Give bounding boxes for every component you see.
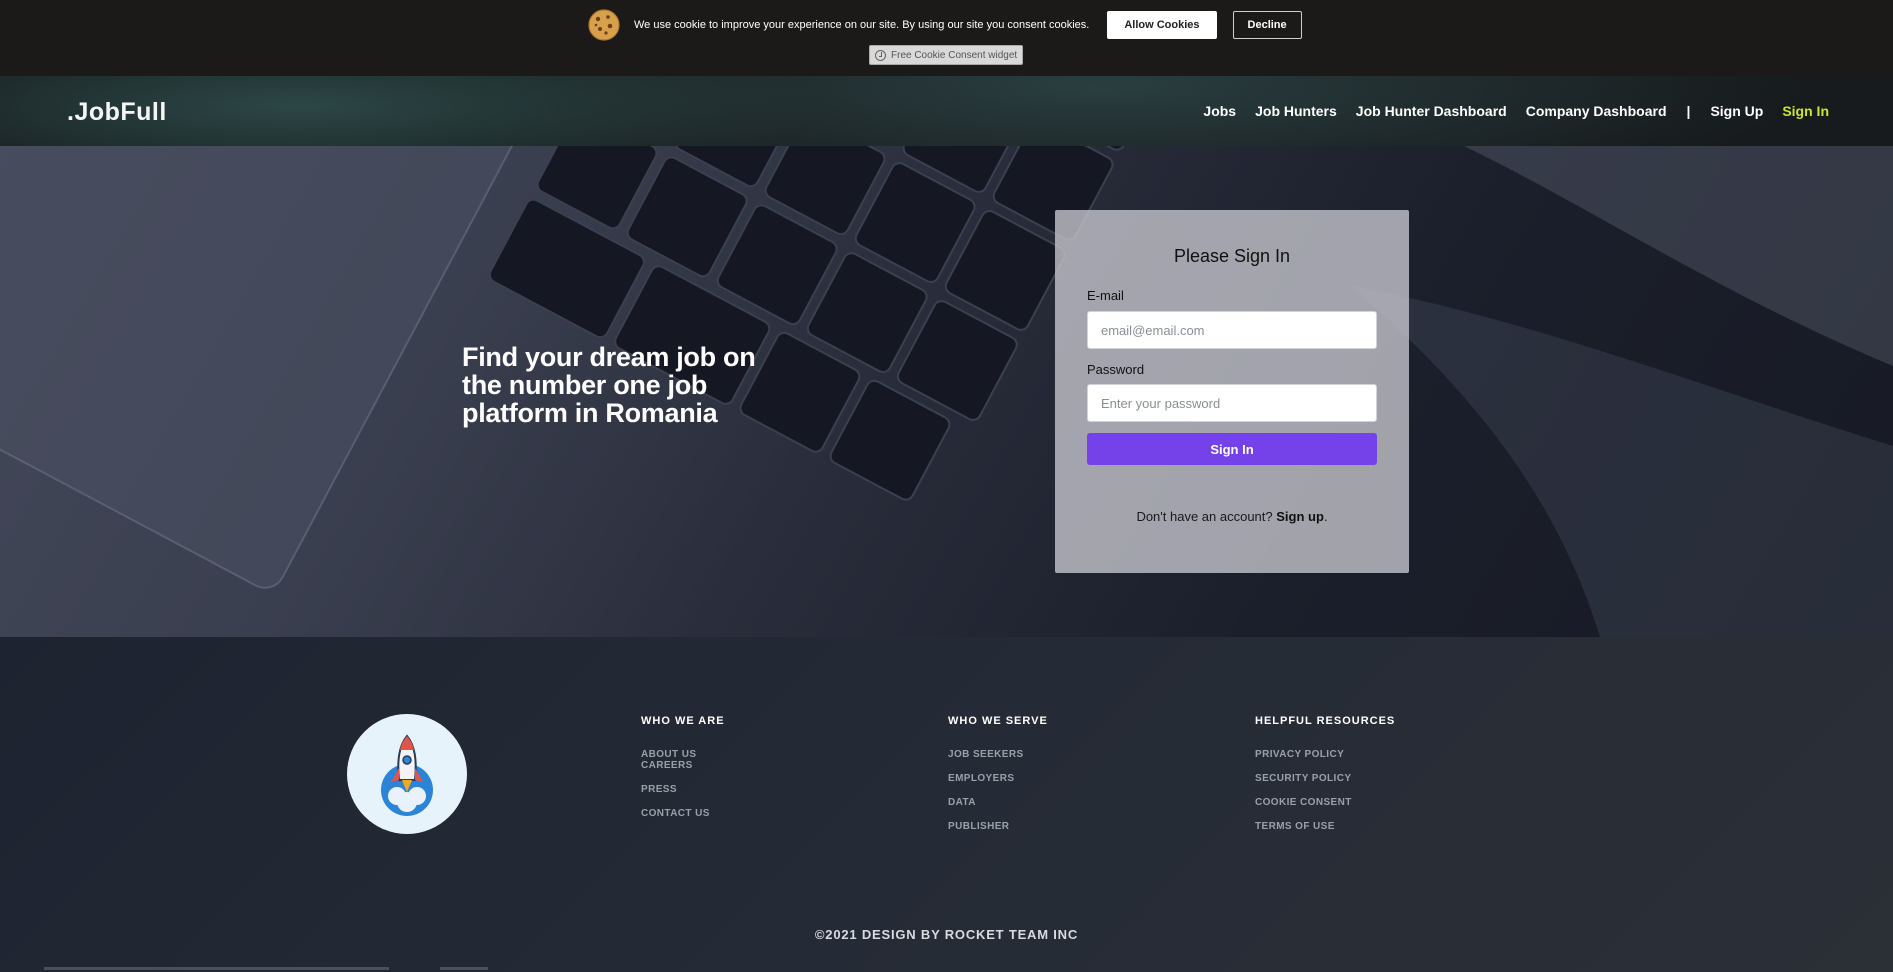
footer-link-careers[interactable]: CAREERS bbox=[641, 760, 725, 771]
allow-cookies-button[interactable]: Allow Cookies bbox=[1107, 11, 1217, 39]
nav-link-job-hunter-dashboard[interactable]: Job Hunter Dashboard bbox=[1356, 103, 1507, 119]
footer-link-cookie-consent[interactable]: COOKIE CONSENT bbox=[1255, 797, 1395, 808]
footer-heading: HELPFUL RESOURCES bbox=[1255, 715, 1396, 727]
sign-up-link[interactable]: Sign up bbox=[1276, 509, 1324, 524]
sign-in-button[interactable]: Sign In bbox=[1087, 433, 1377, 465]
password-label: Password bbox=[1087, 362, 1145, 377]
footer-link-about-us[interactable]: ABOUT US bbox=[641, 749, 725, 760]
nav-link-job-hunters[interactable]: Job Hunters bbox=[1255, 103, 1337, 119]
cookie-widget-badge[interactable]: Free Cookie Consent widget bbox=[869, 45, 1024, 65]
rocket-icon bbox=[381, 734, 433, 816]
footer-link-publisher[interactable]: PUBLISHER bbox=[948, 821, 1048, 832]
footer-link-press[interactable]: PRESS bbox=[641, 784, 725, 795]
horizontal-scrollbar-thumb[interactable] bbox=[440, 967, 488, 970]
footer-link-employers[interactable]: EMPLOYERS bbox=[948, 773, 1048, 784]
widget-check-icon bbox=[875, 49, 886, 61]
decline-cookies-button[interactable]: Decline bbox=[1232, 11, 1302, 39]
nav-link-sign-in[interactable]: Sign In bbox=[1782, 103, 1829, 119]
horizontal-scrollbar[interactable] bbox=[44, 967, 389, 970]
no-account-period: . bbox=[1323, 509, 1328, 524]
nav-link-jobs[interactable]: Jobs bbox=[1203, 103, 1236, 119]
footer-link-job-seekers[interactable]: JOB SEEKERS bbox=[948, 749, 1048, 760]
footer-heading: WHO WE ARE bbox=[641, 715, 725, 727]
nav-links: Jobs Job Hunters Job Hunter Dashboard Co… bbox=[1184, 103, 1829, 119]
nav-link-company-dashboard[interactable]: Company Dashboard bbox=[1526, 103, 1667, 119]
nav-separator: | bbox=[1686, 103, 1691, 119]
footer-col-who-we-are: WHO WE ARE ABOUT US CAREERS PRESS CONTAC… bbox=[641, 715, 725, 832]
footer-logo bbox=[347, 714, 467, 834]
hero-section: Find your dream job on the number one jo… bbox=[0, 146, 1893, 637]
cookie-consent-bar: We use cookie to improve your experience… bbox=[0, 0, 1893, 76]
hero-headline: Find your dream job on the number one jo… bbox=[462, 342, 756, 428]
brand-logo[interactable]: .JobFull bbox=[67, 98, 167, 127]
widget-label: Free Cookie Consent widget bbox=[891, 49, 1018, 61]
footer-col-helpful-resources: HELPFUL RESOURCES PRIVACY POLICY SECURIT… bbox=[1255, 715, 1395, 845]
footer-heading: WHO WE SERVE bbox=[948, 715, 1048, 727]
email-input[interactable] bbox=[1087, 311, 1377, 349]
footer-link-security-policy[interactable]: SECURITY POLICY bbox=[1255, 773, 1395, 784]
hero-background-laptop bbox=[0, 146, 1893, 637]
password-input[interactable] bbox=[1087, 384, 1377, 422]
site-footer: WHO WE ARE ABOUT US CAREERS PRESS CONTAC… bbox=[0, 637, 1893, 972]
cookie-message: We use cookie to improve your experience… bbox=[634, 19, 1090, 31]
signin-card: Please Sign In E-mail Password Sign In D… bbox=[1055, 210, 1409, 573]
copyright-text: ©2021 DESIGN BY ROCKET TEAM INC bbox=[814, 927, 1079, 942]
cookie-icon bbox=[588, 9, 620, 41]
email-label: E-mail bbox=[1087, 288, 1124, 303]
nav-link-sign-up[interactable]: Sign Up bbox=[1710, 103, 1763, 119]
footer-link-data[interactable]: DATA bbox=[948, 797, 1048, 808]
footer-link-contact-us[interactable]: CONTACT US bbox=[641, 808, 725, 819]
no-account-label: Don't have an account? bbox=[1136, 509, 1273, 524]
footer-col-who-we-serve: WHO WE SERVE JOB SEEKERS EMPLOYERS DATA … bbox=[948, 715, 1048, 845]
main-navbar: .JobFull Jobs Job Hunters Job Hunter Das… bbox=[0, 76, 1893, 146]
cookie-row: We use cookie to improve your experience… bbox=[588, 9, 1302, 41]
footer-link-privacy-policy[interactable]: PRIVACY POLICY bbox=[1255, 749, 1395, 760]
no-account-text: Don't have an account? Sign up. bbox=[1055, 509, 1409, 524]
signin-title: Please Sign In bbox=[1173, 246, 1291, 266]
footer-link-terms-of-use[interactable]: TERMS OF USE bbox=[1255, 821, 1395, 832]
